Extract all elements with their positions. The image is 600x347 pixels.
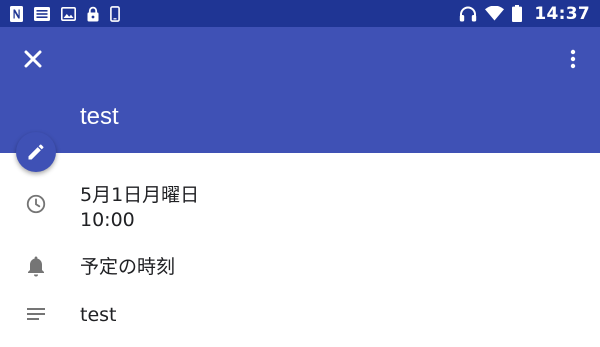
clock-icon xyxy=(24,192,48,216)
close-button[interactable] xyxy=(18,44,48,74)
status-bar: 14:37 xyxy=(0,0,600,27)
more-vert-icon xyxy=(570,49,576,69)
app-bar: test xyxy=(0,27,600,153)
lock-icon xyxy=(87,6,99,22)
reminder-text: 予定の時刻 xyxy=(80,256,176,278)
event-date: 5月1日月曜日 xyxy=(80,184,200,206)
status-bar-right: 14:37 xyxy=(459,3,590,24)
notification-n-icon xyxy=(10,5,23,22)
edit-button[interactable] xyxy=(16,132,56,172)
wifi-icon xyxy=(485,6,505,21)
status-bar-left xyxy=(10,5,131,22)
image-icon xyxy=(61,6,76,21)
headphones-icon xyxy=(459,6,477,22)
edit-pencil-icon xyxy=(28,144,44,160)
event-time: 10:00 xyxy=(80,209,135,231)
bell-icon xyxy=(24,254,48,278)
status-time: 14:37 xyxy=(534,3,590,24)
event-description: test xyxy=(80,304,117,326)
phone-icon xyxy=(110,5,120,22)
description-icon xyxy=(24,302,48,326)
event-title: test xyxy=(80,103,119,130)
battery-icon xyxy=(512,5,523,22)
more-options-button[interactable] xyxy=(560,44,586,74)
close-icon xyxy=(24,50,42,68)
news-icon xyxy=(34,6,50,21)
